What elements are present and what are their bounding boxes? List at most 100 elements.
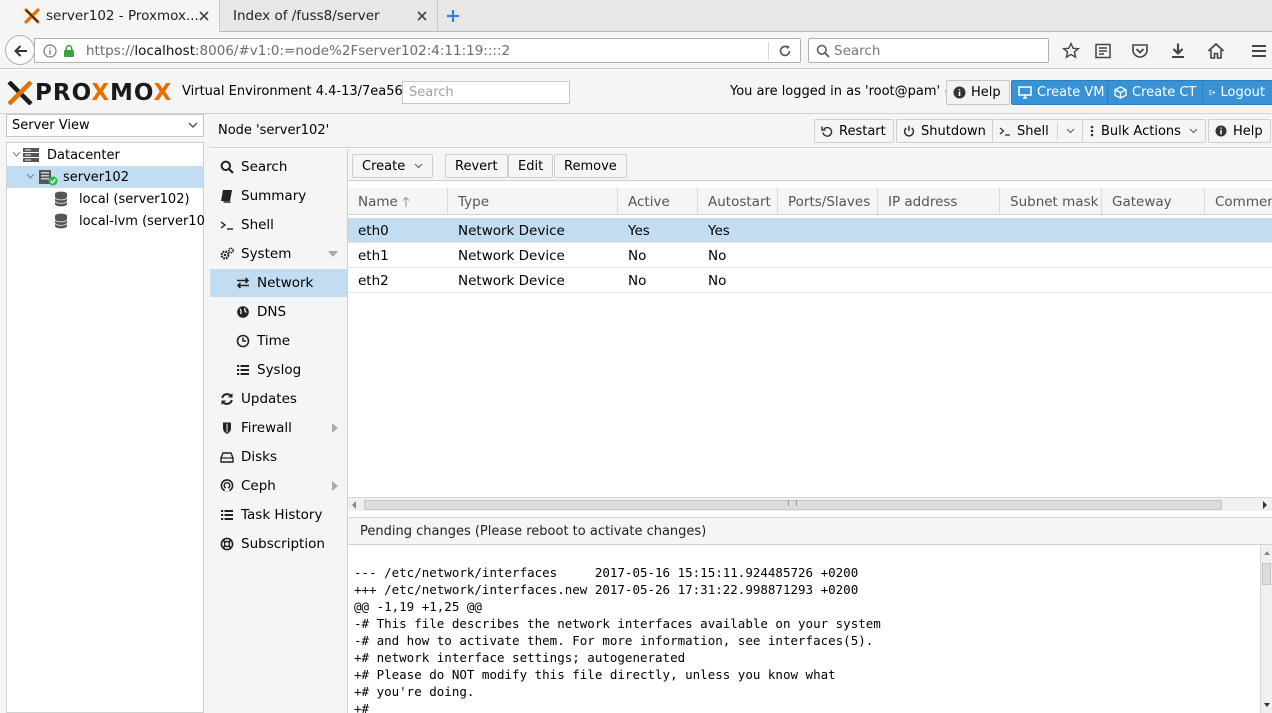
column-header-subnet-mask[interactable]: Subnet mask <box>1000 188 1102 215</box>
exchange-arrows-icon <box>236 277 250 289</box>
column-header-name[interactable]: Name <box>348 188 448 215</box>
menu-item-dns[interactable]: DNS <box>210 298 348 326</box>
scrollbar-thumb[interactable] <box>1262 563 1271 585</box>
new-tab-icon[interactable] <box>444 7 462 25</box>
scroll-up-arrow-icon[interactable] <box>1263 549 1271 557</box>
diff-line: +# Please do NOT modify this file direct… <box>354 667 836 682</box>
header-help-button[interactable]: Help <box>946 80 1010 105</box>
browser-search-field[interactable]: Search <box>808 38 1049 63</box>
menu-item-updates[interactable]: Updates <box>210 385 348 413</box>
browser-tab-proxmox[interactable]: server102 - Proxmox... <box>0 0 220 32</box>
cell-active: No <box>628 247 647 264</box>
home-icon[interactable] <box>1206 41 1226 61</box>
search-icon <box>816 44 830 58</box>
column-header-label: Autostart <box>708 193 771 210</box>
reload-icon[interactable] <box>777 43 793 59</box>
close-tab-icon[interactable] <box>415 9 429 23</box>
table-row[interactable]: eth2 Network Device No No <box>348 268 1272 293</box>
database-icon <box>54 191 68 207</box>
back-arrow-icon <box>14 45 27 57</box>
tree-node-storage-local[interactable]: local (server102) <box>7 188 203 210</box>
create-vm-button[interactable]: Create VM <box>1011 80 1114 105</box>
url-text[interactable]: https://localhost:8006/#v1:0:=node%2Fser… <box>86 43 510 59</box>
column-header-active[interactable]: Active <box>618 188 698 215</box>
menu-item-firewall[interactable]: Firewall <box>210 414 348 442</box>
bulk-actions-button[interactable]: Bulk Actions <box>1082 119 1206 143</box>
reading-list-icon[interactable] <box>1093 41 1113 61</box>
logout-button[interactable]: Logout <box>1202 80 1272 105</box>
remove-button[interactable]: Remove <box>554 154 627 178</box>
cell-autostart: No <box>708 272 727 289</box>
menu-item-task-history[interactable]: Task History <box>210 501 348 529</box>
column-header-autostart[interactable]: Autostart <box>698 188 778 215</box>
bookmark-star-icon[interactable] <box>1061 41 1081 61</box>
chevron-down-icon[interactable] <box>1066 128 1075 134</box>
menu-item-syslog[interactable]: Syslog <box>210 356 348 384</box>
column-header-ip-address[interactable]: IP address <box>878 188 1000 215</box>
column-header-comment[interactable]: Comment <box>1205 188 1272 215</box>
shell-button[interactable]: Shell <box>992 119 1083 143</box>
browser-tab-index[interactable]: Index of /fuss8/server <box>220 0 438 32</box>
menu-item-summary[interactable]: Summary <box>210 182 348 210</box>
sort-up-icon <box>402 196 410 207</box>
database-icon <box>54 213 68 229</box>
column-header-gateway[interactable]: Gateway <box>1102 188 1205 215</box>
shutdown-label: Shutdown <box>921 123 986 139</box>
scroll-right-arrow-icon <box>1263 501 1267 509</box>
close-tab-icon[interactable] <box>197 9 211 23</box>
pocket-icon[interactable] <box>1130 41 1150 61</box>
hamburger-menu-icon[interactable] <box>1249 41 1269 61</box>
menu-item-search[interactable]: Search <box>210 153 348 181</box>
menu-item-network[interactable]: Network <box>210 269 348 297</box>
tree-node-label: server102 <box>63 169 129 185</box>
menu-item-time[interactable]: Time <box>210 327 348 355</box>
scroll-left-arrow-icon[interactable] <box>350 500 358 510</box>
create-button[interactable]: Create <box>352 154 434 178</box>
header-search-input[interactable]: Search <box>402 81 570 104</box>
collapse-arrow-icon[interactable] <box>26 173 35 180</box>
info-icon[interactable] <box>43 44 57 58</box>
tree-node-storage-local-lvm[interactable]: local-lvm (server102) <box>7 210 218 232</box>
menu-item-subscription[interactable]: Subscription <box>210 530 348 558</box>
scroll-down-arrow-icon[interactable] <box>1263 701 1271 709</box>
menu-item-label: Syslog <box>257 362 302 378</box>
edit-button[interactable]: Edit <box>508 154 554 178</box>
column-header-label: Comment <box>1215 193 1272 210</box>
download-icon[interactable] <box>1168 41 1188 61</box>
revert-button[interactable]: Revert <box>445 154 508 178</box>
column-header-ports-slaves[interactable]: Ports/Slaves <box>778 188 878 215</box>
collapse-arrow-icon[interactable] <box>12 151 21 158</box>
column-header-type[interactable]: Type <box>448 188 618 215</box>
view-selector[interactable]: Server View <box>6 114 204 137</box>
node-help-button[interactable]: Help <box>1208 119 1271 143</box>
url-separator <box>768 42 769 60</box>
undo-icon <box>821 126 833 137</box>
tree-node-datacenter[interactable]: Datacenter <box>7 144 203 166</box>
menu-item-disks[interactable]: Disks <box>210 443 348 471</box>
menu-item-system[interactable]: System <box>210 240 348 268</box>
back-button[interactable] <box>5 35 35 65</box>
create-ct-label: Create CT <box>1132 85 1197 100</box>
tree-node-server102[interactable]: server102 <box>7 166 203 188</box>
logo-part: PRO <box>35 80 92 106</box>
diff-line: -# This file describes the network inter… <box>354 616 881 631</box>
network-grid-header: Name Type Active Autostart Ports/Slaves … <box>348 188 1272 215</box>
diff-vertical-scrollbar[interactable] <box>1260 545 1272 713</box>
table-row[interactable]: eth1 Network Device No No <box>348 243 1272 268</box>
menu-item-label: Summary <box>241 188 307 204</box>
shutdown-button[interactable]: Shutdown <box>896 119 994 143</box>
restart-button[interactable]: Restart <box>814 119 894 143</box>
grid-horizontal-scrollbar[interactable] <box>348 497 1272 511</box>
table-row[interactable]: eth0 Network Device Yes Yes <box>348 218 1272 243</box>
create-ct-button[interactable]: Create CT <box>1107 80 1206 105</box>
menu-item-label: Firewall <box>241 420 292 436</box>
menu-item-shell[interactable]: Shell <box>210 211 348 239</box>
lock-icon[interactable] <box>62 44 76 58</box>
menu-item-label: Disks <box>241 449 278 465</box>
url-bar[interactable]: https://localhost:8006/#v1:0:=node%2Fser… <box>34 38 801 63</box>
menu-item-ceph[interactable]: Ceph <box>210 472 348 500</box>
question-circle-icon <box>953 86 966 99</box>
url-path: :8006/#v1:0:=node%2Fserver102:4:11:19:::… <box>195 43 511 59</box>
browser-tab-bar: server102 - Proxmox... Index of /fuss8/s… <box>0 0 1272 32</box>
scroll-right-button[interactable] <box>1258 498 1272 511</box>
